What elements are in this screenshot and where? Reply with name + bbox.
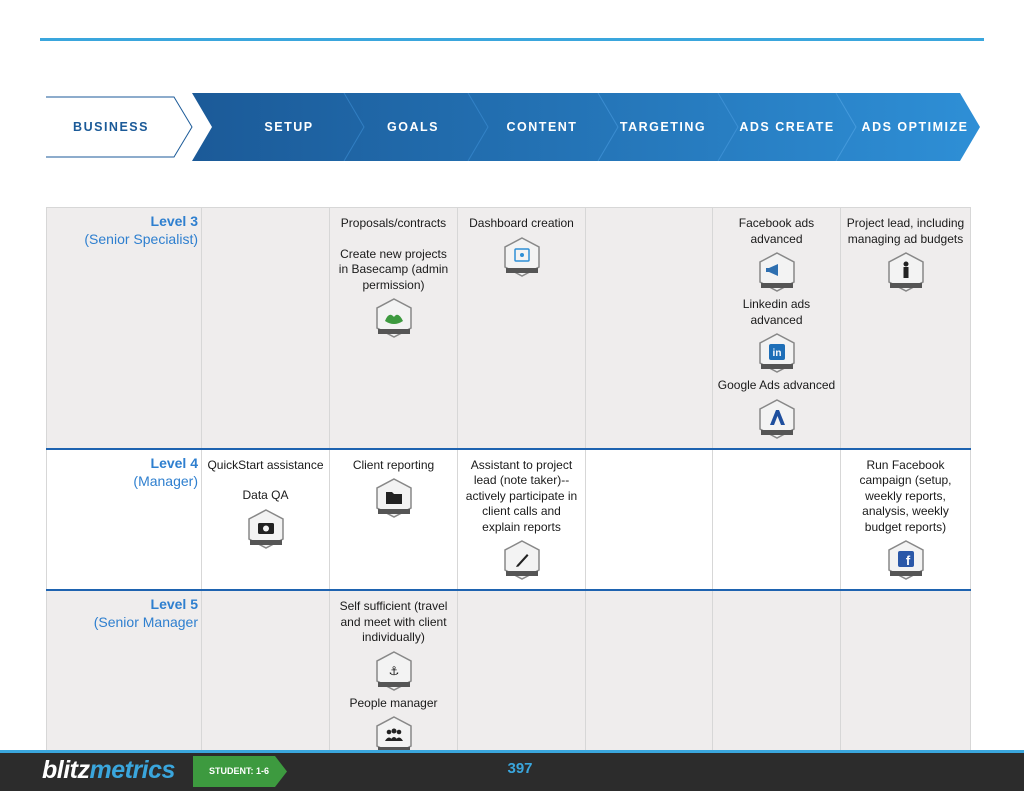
student-label: STUDENT: 1-6 [209, 766, 270, 776]
folder-icon [375, 478, 412, 518]
level-title: Level 4 [150, 454, 198, 471]
anchor-icon: ⚓ [375, 650, 412, 691]
step-ads-optimize: ADS OPTIMIZE [861, 120, 969, 134]
level-title: Level 5 [150, 596, 198, 612]
google-ads-icon [758, 398, 795, 439]
ads-optimize-cell: Project lead, including managing ad budg… [840, 207, 971, 449]
setup-cell: QuickStart assistance Data QA [201, 447, 330, 591]
svg-text:⚓: ⚓ [388, 664, 399, 678]
skill-text: Data QA [242, 488, 289, 502]
level-cell: Level 5 (Senior Manager [46, 589, 202, 766]
level-title: Level 3 [150, 213, 198, 229]
table-row-level-5: Level 5 (Senior Manager Self sufficient … [46, 589, 971, 766]
content-cell [457, 589, 586, 766]
setup-cell [201, 207, 330, 449]
pen-icon [503, 540, 540, 580]
skill-text: Create new projects in Basecamp (admin p… [338, 246, 449, 292]
level-role: (Manager) [133, 472, 198, 489]
blitzmetrics-logo: blitzmetrics [42, 756, 175, 784]
table-row-level-3: Level 3 (Senior Specialist) Proposals/co… [46, 207, 971, 449]
ads-create-cell: Facebook ads advanced Linkedin ads advan… [712, 207, 841, 449]
megaphone-icon [758, 252, 795, 292]
goals-cell: Proposals/contracts Create new projects … [329, 207, 458, 449]
footer-bar: blitzmetrics STUDENT: 1-6 397 [0, 750, 1024, 791]
skill-text: People manager [349, 695, 438, 710]
level-cell: Level 3 (Senior Specialist) [46, 207, 202, 449]
level-cell: Level 4 (Manager) [46, 447, 202, 591]
svg-text:f: f [905, 553, 910, 568]
level-role: (Senior Specialist) [84, 231, 198, 247]
skill-text: Assistant to project lead (note taker)--… [465, 457, 578, 534]
camera-icon [247, 508, 284, 549]
skill-text: Proposals/contracts [340, 216, 447, 230]
step-goals: GOALS [387, 120, 439, 134]
linkedin-icon: in [758, 333, 795, 373]
ads-optimize-cell: Run Facebook campaign (setup, weekly rep… [840, 447, 971, 591]
skill-text: Facebook ads advanced [738, 216, 815, 246]
page-number: 397 [507, 760, 533, 777]
footer-rule [0, 750, 1024, 753]
skill-text: Run Facebook campaign (setup, weekly rep… [859, 457, 952, 534]
facebook-icon: f [887, 540, 924, 580]
basecamp-icon [375, 298, 412, 338]
svg-text:in: in [772, 348, 781, 359]
step-ads-create: ADS CREATE [739, 120, 835, 134]
goals-cell: Client reporting [329, 447, 458, 591]
step-setup: SETUP [264, 120, 314, 134]
level-role: (Senior Manager [93, 614, 198, 630]
person-icon [887, 252, 924, 292]
skill-text: QuickStart assistance [207, 457, 324, 472]
targeting-cell [585, 589, 713, 766]
content-cell: Dashboard creation [457, 207, 586, 449]
dashboard-icon [503, 236, 540, 277]
skill-text: Dashboard creation [469, 216, 574, 230]
top-rule [40, 38, 984, 41]
skills-table: Level 3 (Senior Specialist) Proposals/co… [46, 207, 971, 766]
content-cell: Assistant to project lead (note taker)--… [457, 447, 586, 591]
skill-text: Google Ads advanced [717, 378, 836, 392]
ads-create-cell [712, 447, 841, 591]
step-content: CONTENT [506, 120, 578, 134]
process-ribbon: BUSINESS SETUP GOALS CONTENT TARGETING A… [46, 93, 980, 161]
table-row-level-4: Level 4 (Manager) QuickStart assistance … [46, 447, 971, 591]
skill-text: Linkedin ads advanced [742, 297, 811, 327]
step-business: BUSINESS [73, 120, 149, 134]
targeting-cell [585, 447, 713, 591]
step-targeting: TARGETING [619, 120, 707, 134]
skill-text: Project lead, including managing ad budg… [846, 216, 965, 246]
ads-optimize-cell [840, 589, 971, 766]
skill-text: Client reporting [352, 457, 435, 472]
skill-text: Self sufficient (travel and meet with cl… [339, 599, 448, 644]
goals-cell: Self sufficient (travel and meet with cl… [329, 589, 458, 766]
ads-create-cell [712, 589, 841, 766]
setup-cell [201, 589, 330, 766]
targeting-cell [585, 207, 713, 449]
